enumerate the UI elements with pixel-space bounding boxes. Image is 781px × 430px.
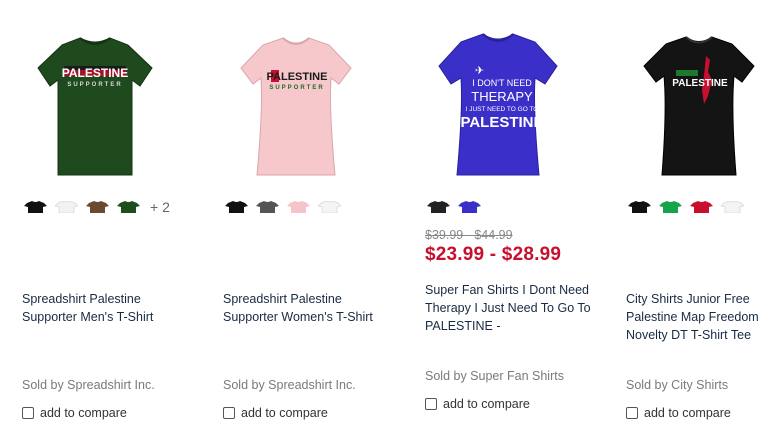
product-card[interactable]: PALESTINE City Shirts Junior Free Palest…	[604, 0, 781, 430]
color-swatches	[628, 198, 744, 216]
swatch-gray[interactable]	[256, 201, 279, 213]
product-seller: Sold by Super Fan Shirts	[425, 369, 564, 383]
price-block: $39.99 - $44.99 $23.99 - $28.99	[425, 228, 561, 266]
shirt-print-text: PALESTINE	[62, 66, 128, 80]
product-image[interactable]: ✈ I DON'T NEED THERAPY I JUST NEED TO GO…	[403, 0, 593, 190]
compare-control[interactable]: add to compare	[22, 406, 127, 420]
swatch-black[interactable]	[628, 201, 651, 213]
product-title[interactable]: City Shirts Junior Free Palestine Map Fr…	[626, 290, 781, 344]
color-swatches: + 2	[24, 198, 170, 216]
airplane-icon: ✈	[475, 64, 484, 77]
swatch-green[interactable]	[117, 201, 140, 213]
shirt-print-subtext: SUPPORTER	[269, 85, 324, 91]
product-title[interactable]: Spreadshirt Palestine Supporter Women's …	[223, 290, 391, 326]
compare-checkbox[interactable]	[425, 398, 437, 410]
swatch-black[interactable]	[24, 201, 47, 213]
swatch-royal-blue[interactable]	[458, 201, 481, 213]
product-card[interactable]: PALESTINE SUPPORTER + 2 Spreadshirt Pale…	[0, 0, 190, 430]
compare-control[interactable]: add to compare	[626, 406, 731, 420]
shirt-print-text: PALESTINE	[267, 71, 328, 83]
shirt-print-subtext: SUPPORTER	[67, 82, 122, 88]
compare-checkbox[interactable]	[223, 407, 235, 419]
shirt-print-line-3: I JUST NEED TO GO TO	[466, 106, 539, 113]
swatch-green[interactable]	[659, 201, 682, 213]
swatch-pink[interactable]	[287, 201, 310, 213]
swatch-black[interactable]	[427, 201, 450, 213]
compare-checkbox[interactable]	[626, 407, 638, 419]
sale-price: $23.99 - $28.99	[425, 244, 562, 265]
product-grid: PALESTINE SUPPORTER + 2 Spreadshirt Pale…	[0, 0, 781, 430]
product-card[interactable]: ✈ I DON'T NEED THERAPY I JUST NEED TO GO…	[403, 0, 593, 430]
product-title[interactable]: Spreadshirt Palestine Supporter Men's T-…	[22, 290, 190, 326]
product-card[interactable]: PALESTINE SUPPORTER Spreadshirt Palestin…	[201, 0, 391, 430]
product-image[interactable]: PALESTINE SUPPORTER	[0, 0, 190, 190]
swatch-red[interactable]	[690, 201, 713, 213]
more-colors-count[interactable]: + 2	[150, 199, 170, 215]
product-image[interactable]: PALESTINE	[604, 0, 781, 190]
compare-label[interactable]: add to compare	[40, 406, 127, 420]
shirt-print-text: PALESTINE	[672, 78, 728, 89]
color-swatches	[427, 198, 481, 216]
product-image[interactable]: PALESTINE SUPPORTER	[201, 0, 391, 190]
compare-label[interactable]: add to compare	[241, 406, 328, 420]
swatch-black[interactable]	[225, 201, 248, 213]
product-seller: Sold by Spreadshirt Inc.	[22, 378, 155, 392]
product-seller: Sold by City Shirts	[626, 378, 729, 392]
product-title[interactable]: Super Fan Shirts I Dont Need Therapy I J…	[425, 281, 593, 335]
compare-control[interactable]: add to compare	[425, 397, 530, 411]
compare-label[interactable]: add to compare	[644, 406, 731, 420]
product-seller: Sold by Spreadshirt Inc.	[223, 378, 356, 392]
compare-control[interactable]: add to compare	[223, 406, 328, 420]
color-swatches	[225, 198, 341, 216]
original-price: $39.99 - $44.99	[425, 228, 513, 242]
compare-checkbox[interactable]	[22, 407, 34, 419]
swatch-white[interactable]	[721, 201, 744, 213]
swatch-white[interactable]	[318, 201, 341, 213]
shirt-print-line-4: PALESTINE	[460, 114, 543, 131]
shirt-print-line-1: I DON'T NEED	[472, 78, 532, 88]
compare-label[interactable]: add to compare	[443, 397, 530, 411]
swatch-brown[interactable]	[86, 201, 109, 213]
shirt-print-line-2: THERAPY	[471, 89, 533, 104]
swatch-white[interactable]	[55, 201, 78, 213]
